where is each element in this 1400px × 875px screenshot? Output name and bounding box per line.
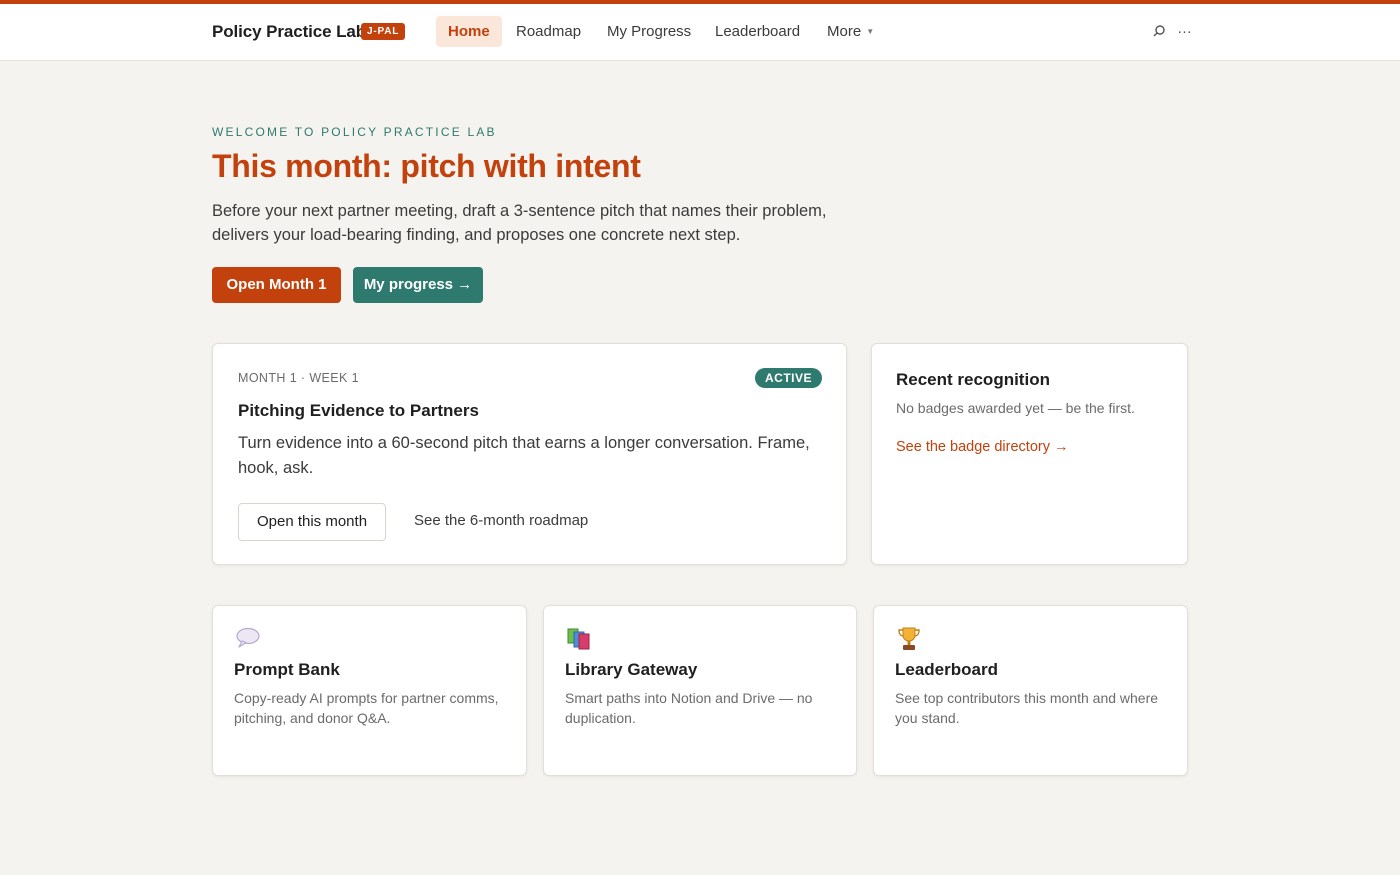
trophy-icon <box>896 626 922 652</box>
nav-leaderboard[interactable]: Leaderboard <box>703 16 812 47</box>
navbar: Policy Practice Lab J-PAL Home Roadmap M… <box>0 4 1400 61</box>
leaderboard-tile[interactable]: Leaderboard See top contributors this mo… <box>873 605 1188 776</box>
prompt-bank-tile[interactable]: Prompt Bank Copy-ready AI prompts for pa… <box>212 605 527 776</box>
month-meta: MONTH 1 · WEEK 1 <box>238 371 359 385</box>
nav-roadmap[interactable]: Roadmap <box>504 16 593 47</box>
badge-directory-link[interactable]: See the badge directory → <box>896 439 1069 455</box>
caret-down-icon: ▼ <box>866 27 875 36</box>
month-description: Turn evidence into a 60-second pitch tha… <box>238 434 810 477</box>
brand-name[interactable]: Policy Practice Lab <box>212 22 366 42</box>
tile-description: See top contributors this month and wher… <box>895 690 1159 726</box>
nav-more[interactable]: More ▼ <box>815 16 886 47</box>
search-icon[interactable] <box>1152 24 1166 42</box>
month-title: Pitching Evidence to Partners <box>238 401 479 420</box>
books-icon <box>566 626 592 652</box>
nav-home[interactable]: Home <box>436 16 502 47</box>
ellipsis-icon[interactable]: … <box>1177 20 1192 37</box>
recognition-empty-text: No badges awarded yet — be the first. <box>896 400 1135 416</box>
open-month-button[interactable]: Open Month 1 <box>212 267 341 303</box>
status-badge: ACTIVE <box>754 368 822 388</box>
speech-bubble-icon <box>235 626 261 652</box>
hero-eyebrow: WELCOME TO POLICY PRACTICE LAB <box>212 125 497 139</box>
my-progress-button[interactable]: My progress → <box>353 267 483 303</box>
hero-description: Before your next partner meeting, draft … <box>212 202 827 244</box>
nav-more-label: More <box>827 23 862 40</box>
open-this-month-button[interactable]: Open this month <box>238 503 386 541</box>
tile-description: Copy-ready AI prompts for partner comms,… <box>234 690 499 726</box>
tile-title: Leaderboard <box>895 660 998 679</box>
current-month-card: MONTH 1 · WEEK 1 ACTIVE Pitching Evidenc… <box>212 343 847 565</box>
library-gateway-tile[interactable]: Library Gateway Smart paths into Notion … <box>543 605 857 776</box>
tile-description: Smart paths into Notion and Drive — no d… <box>565 690 813 726</box>
tile-title: Prompt Bank <box>234 660 340 679</box>
recognition-card: Recent recognition No badges awarded yet… <box>871 343 1188 565</box>
tile-title: Library Gateway <box>565 660 698 679</box>
roadmap-link[interactable]: See the 6-month roadmap <box>414 512 588 529</box>
recognition-title: Recent recognition <box>896 370 1050 389</box>
hero-title: This month: pitch with intent <box>212 148 641 184</box>
brand-badge: J-PAL <box>361 23 406 40</box>
nav-my-progress[interactable]: My Progress <box>595 16 703 47</box>
